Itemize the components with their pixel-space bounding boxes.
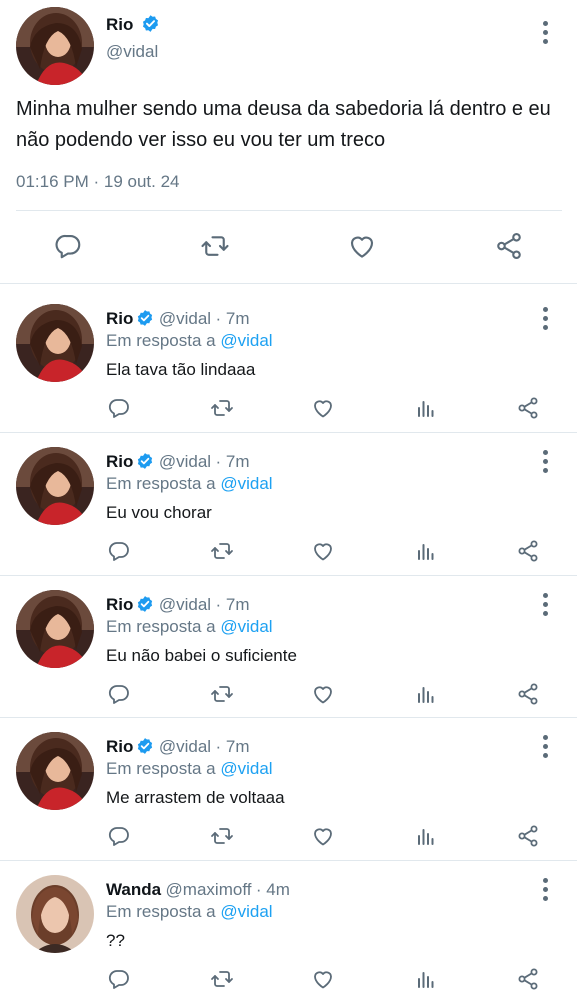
reply-to-link[interactable]: @vidal: [220, 331, 272, 350]
reply-text: ??: [106, 931, 125, 950]
reply-time: · 7m: [215, 309, 250, 328]
like-icon[interactable]: [309, 394, 337, 422]
author-name[interactable]: Rio: [106, 309, 133, 328]
share-icon[interactable]: [514, 394, 542, 422]
reply-to-link[interactable]: @vidal: [220, 902, 272, 921]
author-handle[interactable]: @vidal: [159, 737, 211, 756]
share-icon[interactable]: [514, 537, 542, 565]
author-row: Rio @vidal · 7m: [106, 309, 250, 329]
divider: [16, 210, 562, 211]
avatar[interactable]: [16, 447, 94, 525]
share-icon[interactable]: [514, 822, 542, 850]
divider: [0, 432, 577, 433]
like-icon[interactable]: [309, 680, 337, 708]
author-handle[interactable]: @vidal: [106, 42, 158, 62]
like-icon[interactable]: [309, 537, 337, 565]
author-row: Rio @vidal · 7m: [106, 737, 250, 757]
reply-icon[interactable]: [105, 394, 133, 422]
reply-context: Em resposta a @vidal: [106, 617, 273, 637]
author-handle[interactable]: @vidal: [159, 309, 211, 328]
author-name[interactable]: Rio: [106, 595, 133, 614]
reply-context: Em resposta a @vidal: [106, 902, 273, 922]
reply-time: · 7m: [215, 737, 250, 756]
retweet-icon[interactable]: [198, 229, 232, 263]
author-name[interactable]: Wanda: [106, 880, 161, 899]
avatar[interactable]: [16, 7, 94, 85]
reply-prefix: Em resposta a: [106, 902, 216, 921]
avatar[interactable]: [16, 304, 94, 382]
divider: [0, 717, 577, 718]
like-icon[interactable]: [309, 822, 337, 850]
divider: [0, 860, 577, 861]
divider: [0, 283, 577, 284]
retweet-icon[interactable]: [208, 822, 236, 850]
reply-icon[interactable]: [51, 229, 85, 263]
analytics-icon[interactable]: [412, 965, 440, 993]
author-row: Rio @vidal · 7m: [106, 452, 250, 472]
retweet-icon[interactable]: [208, 680, 236, 708]
like-icon[interactable]: [345, 229, 379, 263]
share-icon[interactable]: [514, 965, 542, 993]
share-icon[interactable]: [492, 229, 526, 263]
reply-icon[interactable]: [105, 680, 133, 708]
reply-icon[interactable]: [105, 537, 133, 565]
verified-badge-icon: [138, 310, 153, 326]
reply-to-link[interactable]: @vidal: [220, 617, 272, 636]
reply-text: Ela tava tão lindaaa: [106, 360, 256, 379]
more-options-icon[interactable]: [533, 732, 557, 760]
retweet-icon[interactable]: [208, 537, 236, 565]
retweet-icon[interactable]: [208, 965, 236, 993]
reply-prefix: Em resposta a: [106, 474, 216, 493]
analytics-icon[interactable]: [412, 537, 440, 565]
reply-icon[interactable]: [105, 822, 133, 850]
avatar[interactable]: [16, 590, 94, 668]
share-icon[interactable]: [514, 680, 542, 708]
like-icon[interactable]: [309, 965, 337, 993]
more-options-icon[interactable]: [533, 18, 557, 46]
tweet-timestamp[interactable]: 01:16 PM · 19 out. 24: [16, 172, 180, 192]
avatar[interactable]: [16, 732, 94, 810]
reply-to-link[interactable]: @vidal: [220, 759, 272, 778]
verified-badge-icon: [138, 453, 153, 469]
reply-text: Eu não babei o suficiente: [106, 646, 297, 665]
reply-prefix: Em resposta a: [106, 759, 216, 778]
analytics-icon[interactable]: [412, 394, 440, 422]
author-handle[interactable]: @maximoff: [166, 880, 252, 899]
author-name[interactable]: Rio: [106, 737, 133, 756]
reply-text: Eu vou chorar: [106, 503, 212, 522]
author-handle[interactable]: @vidal: [159, 595, 211, 614]
reply-prefix: Em resposta a: [106, 617, 216, 636]
more-options-icon[interactable]: [533, 875, 557, 903]
reply-context: Em resposta a @vidal: [106, 331, 273, 351]
avatar[interactable]: [16, 875, 94, 953]
author-row: Rio: [106, 14, 160, 35]
reply-icon[interactable]: [105, 965, 133, 993]
author-row: Rio @vidal · 7m: [106, 595, 250, 615]
verified-badge-icon: [142, 15, 158, 32]
reply-prefix: Em resposta a: [106, 331, 216, 350]
reply-context: Em resposta a @vidal: [106, 759, 273, 779]
tweet-text: Minha mulher sendo uma deusa da sabedori…: [16, 98, 551, 151]
analytics-icon[interactable]: [412, 822, 440, 850]
reply-time: · 4m: [255, 880, 290, 899]
author-name[interactable]: Rio: [106, 452, 133, 471]
retweet-icon[interactable]: [208, 394, 236, 422]
reply-time: · 7m: [215, 595, 250, 614]
more-options-icon[interactable]: [533, 590, 557, 618]
verified-badge-icon: [138, 738, 153, 754]
more-options-icon[interactable]: [533, 304, 557, 332]
author-row: Wanda @maximoff · 4m: [106, 880, 290, 900]
reply-to-link[interactable]: @vidal: [220, 474, 272, 493]
author-name[interactable]: Rio: [106, 15, 133, 34]
divider: [0, 575, 577, 576]
reply-text: Me arrastem de voltaaa: [106, 788, 285, 807]
author-handle[interactable]: @vidal: [159, 452, 211, 471]
more-options-icon[interactable]: [533, 447, 557, 475]
analytics-icon[interactable]: [412, 680, 440, 708]
reply-context: Em resposta a @vidal: [106, 474, 273, 494]
reply-time: · 7m: [215, 452, 250, 471]
verified-badge-icon: [138, 596, 153, 612]
